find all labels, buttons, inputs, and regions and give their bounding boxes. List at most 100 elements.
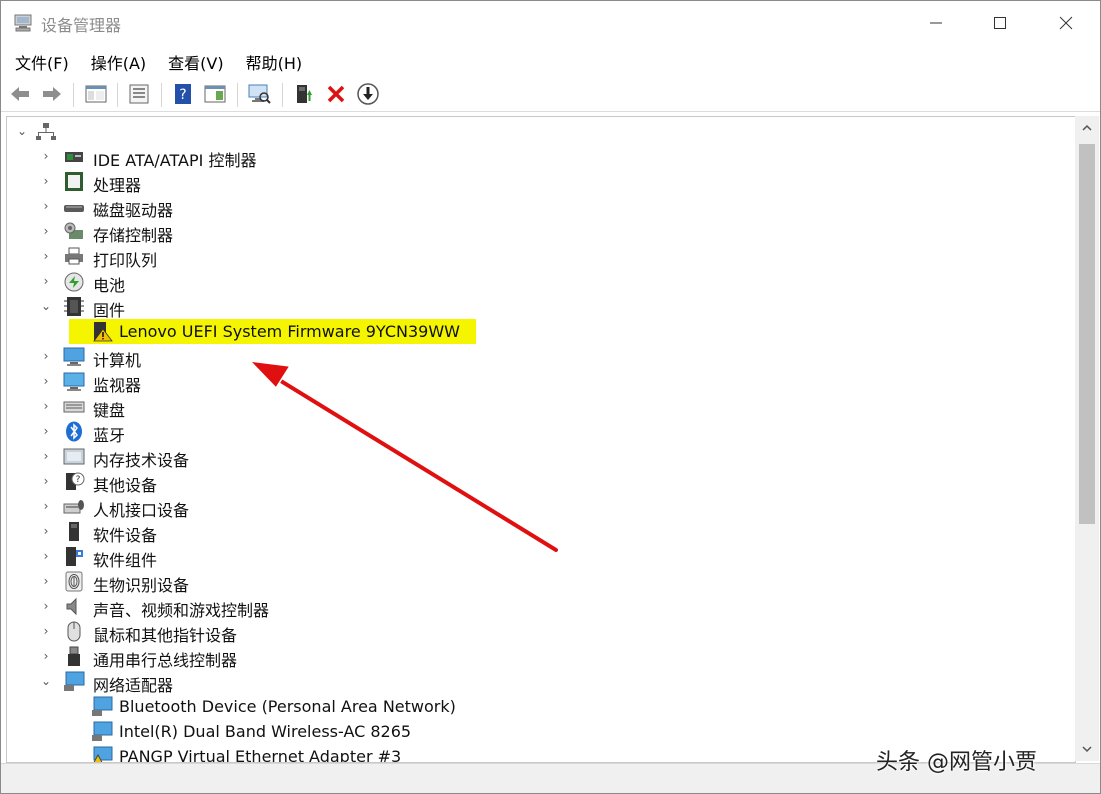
scan-hardware-icon[interactable] — [246, 81, 272, 107]
tree-category[interactable]: › 磁盘驱动器 — [7, 194, 1067, 220]
keyboard-icon — [63, 396, 85, 417]
tree-category[interactable]: › 生物识别设备 — [7, 569, 1067, 595]
software-device-icon — [63, 521, 85, 542]
forward-icon[interactable] — [39, 81, 65, 107]
uninstall-icon[interactable] — [323, 81, 349, 107]
category-label: 其他设备 — [93, 476, 158, 495]
tree-category[interactable]: › IDE ATA/ATAPI 控制器 — [7, 144, 1067, 170]
category-label: 固件 — [93, 301, 126, 320]
category-label: 电池 — [93, 276, 126, 295]
device-tree[interactable]: ⌄ › IDE ATA/ATAPI 控制器 › 处理器 › 磁盘驱动器 › 存储… — [6, 116, 1076, 763]
network-adapter-icon — [63, 671, 85, 692]
tree-category[interactable]: ⌄ 网络适配器 — [7, 669, 1067, 695]
network-adapter-icon — [91, 721, 113, 742]
scroll-up-icon[interactable] — [1075, 116, 1099, 140]
category-label: IDE ATA/ATAPI 控制器 — [93, 151, 257, 170]
vertical-scrollbar[interactable] — [1075, 116, 1099, 761]
network-adapter-warning-icon — [91, 746, 113, 762]
tree-category[interactable]: › 软件组件 — [7, 544, 1067, 570]
chevron-right-icon[interactable]: › — [39, 498, 53, 514]
scroll-down-icon[interactable] — [1075, 737, 1099, 761]
tree-category[interactable]: › 存储控制器 — [7, 219, 1067, 245]
menu-file[interactable]: 文件(F) — [15, 45, 69, 75]
category-label: 网络适配器 — [93, 676, 174, 695]
other-device-icon: ? — [63, 471, 85, 492]
chevron-down-icon[interactable]: ⌄ — [39, 298, 53, 314]
chevron-right-icon[interactable]: › — [39, 223, 53, 239]
firmware-icon — [63, 296, 85, 317]
properties-icon[interactable] — [126, 81, 152, 107]
update-driver-icon[interactable] — [291, 81, 317, 107]
device-item-firmware[interactable]: Lenovo UEFI System Firmware 9YCN39WW — [7, 319, 1067, 344]
chevron-right-icon[interactable]: › — [39, 398, 53, 414]
chevron-right-icon[interactable]: › — [39, 448, 53, 464]
tree-category[interactable]: › 蓝牙 — [7, 419, 1067, 445]
menu-help[interactable]: 帮助(H) — [246, 45, 303, 75]
tree-category[interactable]: › 内存技术设备 — [7, 444, 1067, 470]
chevron-right-icon[interactable]: › — [39, 473, 53, 489]
speaker-icon — [63, 596, 85, 617]
chevron-right-icon[interactable]: › — [39, 623, 53, 639]
tree-category[interactable]: › 监视器 — [7, 369, 1067, 395]
chevron-right-icon[interactable]: › — [39, 273, 53, 289]
category-label: 打印队列 — [93, 251, 158, 270]
ide-controller-icon — [63, 146, 85, 167]
chevron-right-icon[interactable]: › — [39, 573, 53, 589]
chevron-right-icon[interactable]: › — [39, 598, 53, 614]
tree-category[interactable]: › 声音、视频和游戏控制器 — [7, 594, 1067, 620]
chevron-right-icon[interactable]: › — [39, 348, 53, 364]
tree-category[interactable]: › 打印队列 — [7, 244, 1067, 270]
svg-text:?: ? — [179, 87, 186, 103]
tree-root[interactable]: ⌄ — [7, 119, 1067, 144]
minimize-button[interactable] — [913, 1, 959, 45]
device-label: Lenovo UEFI System Firmware 9YCN39WW — [119, 322, 460, 341]
chevron-right-icon[interactable]: › — [39, 198, 53, 214]
tree-category[interactable]: ⌄ 固件 — [7, 294, 1067, 320]
chevron-right-icon[interactable]: › — [39, 373, 53, 389]
chevron-right-icon[interactable]: › — [39, 423, 53, 439]
close-button[interactable] — [1043, 1, 1089, 45]
chevron-down-icon[interactable]: ⌄ — [39, 673, 53, 689]
show-hide-tree-icon[interactable] — [83, 81, 109, 107]
tree-category[interactable]: › 键盘 — [7, 394, 1067, 420]
warning-device-icon — [91, 321, 113, 342]
action-pane-icon[interactable] — [202, 81, 228, 107]
tree-category[interactable]: › ? 其他设备 — [7, 469, 1067, 495]
menu-action[interactable]: 操作(A) — [91, 45, 146, 75]
device-item[interactable]: Bluetooth Device (Personal Area Network) — [7, 694, 1067, 719]
tree-category[interactable]: › 处理器 — [7, 169, 1067, 195]
category-label: 处理器 — [93, 176, 142, 195]
category-label: 通用串行总线控制器 — [93, 651, 238, 670]
menu-view[interactable]: 查看(V) — [168, 45, 223, 75]
usb-icon — [63, 646, 85, 667]
chevron-right-icon[interactable]: › — [39, 173, 53, 189]
chevron-right-icon[interactable]: › — [39, 548, 53, 564]
computer-network-icon — [35, 121, 57, 142]
chevron-down-icon[interactable]: ⌄ — [15, 123, 29, 139]
tree-category[interactable]: › 鼠标和其他指针设备 — [7, 619, 1067, 645]
fingerprint-icon — [63, 571, 85, 592]
device-item[interactable]: Intel(R) Dual Band Wireless-AC 8265 — [7, 719, 1067, 744]
chevron-right-icon[interactable]: › — [39, 648, 53, 664]
chevron-right-icon[interactable]: › — [39, 523, 53, 539]
back-icon[interactable] — [7, 81, 33, 107]
bluetooth-icon — [63, 421, 85, 442]
tree-category[interactable]: › 通用串行总线控制器 — [7, 644, 1067, 670]
category-label: 软件设备 — [93, 526, 158, 545]
scrollbar-thumb[interactable] — [1079, 144, 1095, 524]
disk-drive-icon — [63, 196, 85, 217]
software-component-icon — [63, 546, 85, 567]
maximize-button[interactable] — [977, 1, 1023, 45]
tree-category[interactable]: › 计算机 — [7, 344, 1067, 370]
tree-category[interactable]: › 电池 — [7, 269, 1067, 295]
chevron-right-icon[interactable]: › — [39, 148, 53, 164]
category-label: 生物识别设备 — [93, 576, 190, 595]
svg-text:?: ? — [76, 475, 81, 485]
category-label: 监视器 — [93, 376, 142, 395]
tree-category[interactable]: › 软件设备 — [7, 519, 1067, 545]
device-manager-window: 设备管理器 文件(F) 操作(A) 查看(V) 帮助(H) ? ⌄ › IDE … — [0, 0, 1101, 794]
disable-icon[interactable] — [355, 81, 381, 107]
chevron-right-icon[interactable]: › — [39, 248, 53, 264]
help-icon[interactable]: ? — [170, 81, 196, 107]
tree-category[interactable]: › 人机接口设备 — [7, 494, 1067, 520]
